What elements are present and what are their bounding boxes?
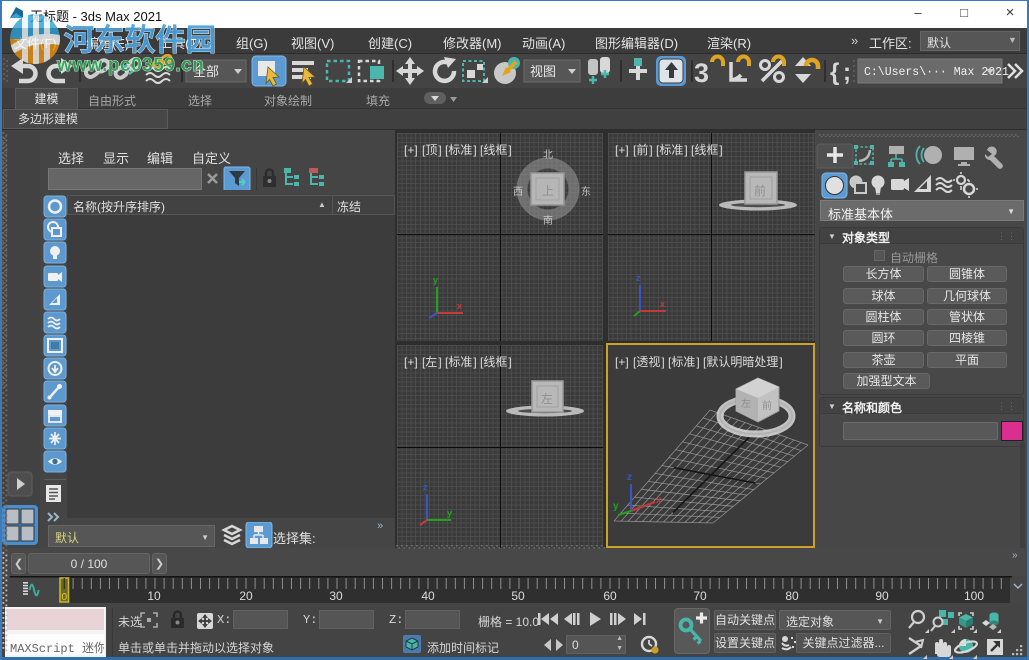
svg-text:50: 50 — [511, 589, 525, 603]
svg-text:x: x — [457, 301, 462, 311]
svg-text:C:\Users\··· Max 2021: C:\Users\··· Max 2021 — [864, 66, 1009, 79]
svg-text:全部: 全部 — [193, 64, 219, 79]
svg-text:z: z — [423, 482, 428, 492]
svg-text:60: 60 — [603, 589, 617, 603]
svg-text:20: 20 — [239, 589, 253, 603]
svg-text:y: y — [447, 508, 452, 518]
svg-text:z: z — [627, 472, 632, 483]
svg-text:70: 70 — [693, 589, 707, 603]
svg-text:z: z — [636, 273, 641, 283]
svg-text:30: 30 — [329, 589, 343, 603]
svg-text:90: 90 — [875, 589, 889, 603]
svg-text:;: ; — [843, 59, 851, 86]
svg-text:y: y — [613, 501, 619, 512]
svg-text:上: 上 — [542, 184, 554, 198]
svg-text:x: x — [656, 495, 662, 506]
svg-text:东: 东 — [581, 185, 591, 198]
svg-text:0: 0 — [62, 592, 68, 603]
svg-text:100: 100 — [964, 589, 984, 603]
svg-text:40: 40 — [421, 589, 435, 603]
svg-text:南: 南 — [543, 214, 553, 227]
svg-text:3: 3 — [694, 58, 709, 88]
svg-text:y: y — [433, 275, 438, 285]
svg-text:左: 左 — [741, 397, 751, 410]
svg-text:视图: 视图 — [530, 64, 556, 79]
svg-text:80: 80 — [785, 589, 799, 603]
svg-text:北: 北 — [543, 149, 553, 161]
svg-text:前: 前 — [754, 183, 766, 198]
svg-text:{: { — [830, 59, 839, 86]
svg-text:前: 前 — [762, 399, 772, 412]
svg-text:10: 10 — [147, 589, 161, 603]
svg-text:左: 左 — [541, 391, 553, 406]
svg-text:x: x — [660, 299, 665, 309]
svg-text:西: 西 — [513, 187, 523, 198]
